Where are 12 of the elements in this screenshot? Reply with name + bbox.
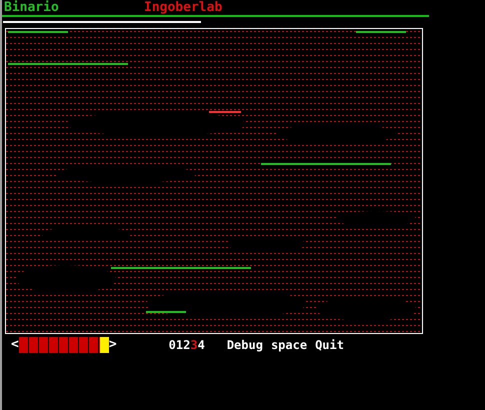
menu-item[interactable]: space	[270, 336, 308, 354]
menu-item[interactable]: Debug	[226, 336, 263, 354]
level-number[interactable]: 4	[198, 336, 205, 354]
right-arrow[interactable]: >	[108, 335, 117, 355]
level-number[interactable]: 3	[190, 336, 198, 354]
level-number[interactable]: 0	[168, 336, 176, 354]
level-number[interactable]: 2	[183, 336, 190, 354]
menu-item[interactable]: Quit	[315, 336, 344, 354]
level-number[interactable]: 1	[176, 336, 184, 354]
lab-title: Ingoberlab	[144, 1, 222, 14]
app-title: Binario	[4, 1, 60, 14]
left-arrow[interactable]: <	[11, 335, 19, 355]
